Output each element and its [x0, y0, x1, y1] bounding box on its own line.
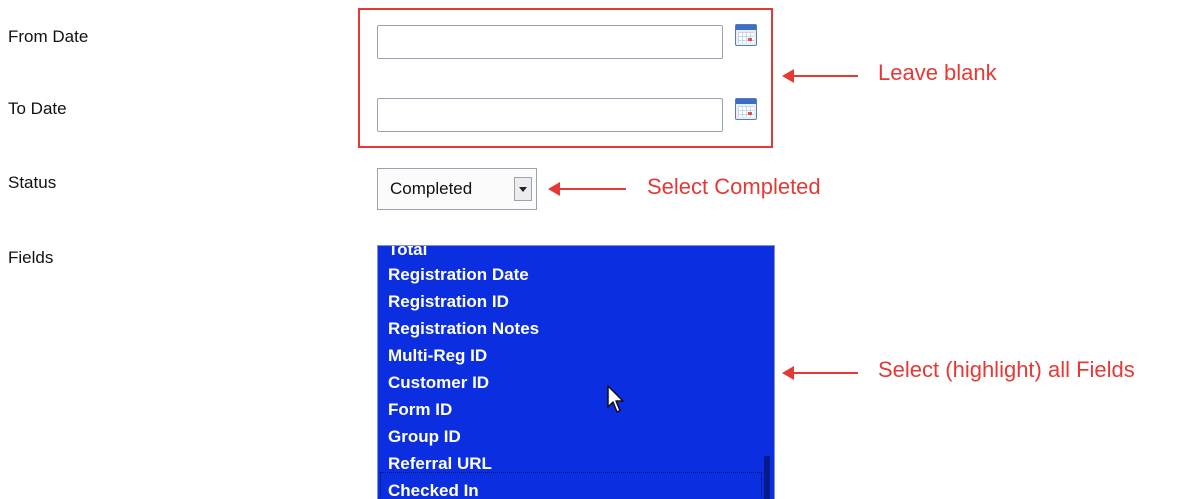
to-date-input[interactable] — [377, 98, 723, 132]
chevron-down-icon[interactable] — [514, 177, 532, 201]
list-scrollbar[interactable] — [764, 456, 770, 499]
fields-label: Fields — [8, 248, 54, 267]
from-date-label: From Date — [8, 27, 89, 46]
status-label: Status — [8, 173, 57, 192]
list-item[interactable]: Registration Date — [388, 265, 529, 285]
arrow-left-icon — [782, 366, 858, 380]
dates-annotation: Leave blank — [878, 60, 997, 85]
arrow-left-icon — [548, 182, 626, 196]
list-item[interactable]: Registration Notes — [388, 319, 539, 339]
calendar-icon[interactable] — [735, 98, 757, 120]
mouse-pointer-icon — [607, 385, 624, 413]
to-date-label: To Date — [8, 99, 67, 118]
fields-multiselect[interactable]: Total Registration Date Registration ID … — [377, 245, 775, 499]
list-item[interactable]: Referral URL — [388, 454, 492, 474]
focused-row-outline — [380, 472, 762, 499]
status-annotation: Select Completed — [647, 174, 821, 199]
status-selected-value: Completed — [390, 179, 473, 198]
list-item[interactable]: Customer ID — [388, 373, 489, 393]
calendar-icon[interactable] — [735, 24, 757, 46]
status-select[interactable]: Completed — [377, 168, 537, 210]
list-item[interactable]: Form ID — [388, 400, 452, 420]
from-date-input[interactable] — [377, 25, 723, 59]
list-item[interactable]: Registration ID — [388, 292, 509, 312]
list-item[interactable]: Multi-Reg ID — [388, 346, 487, 366]
fields-annotation: Select (highlight) all Fields — [878, 357, 1135, 382]
list-item[interactable]: Group ID — [388, 427, 461, 447]
list-item[interactable]: Total — [388, 246, 427, 260]
arrow-left-icon — [782, 69, 858, 83]
